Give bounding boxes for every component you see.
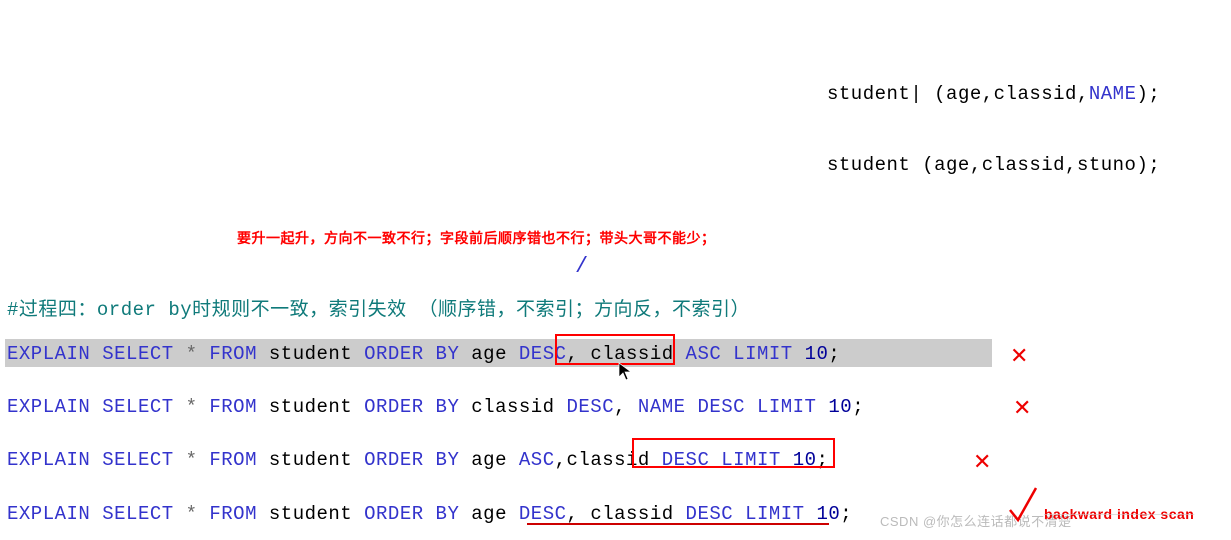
sql-line-2: EXPLAIN SELECT * FROM student ORDER BY c… <box>7 396 864 418</box>
student-text-2: student (age,classid,stuno); <box>827 154 1160 176</box>
red-box-1 <box>555 334 675 365</box>
cursor-icon <box>618 362 633 382</box>
red-box-3 <box>632 438 835 468</box>
columns-open: (age,classid, <box>922 83 1089 105</box>
x-mark-icon: ✕ <box>1010 343 1029 369</box>
name-keyword: NAME <box>1089 83 1137 105</box>
student-def-2: student (age,classid,stuno); <box>827 154 1160 176</box>
text-cursor: | <box>910 83 922 105</box>
check-icon <box>1008 485 1038 525</box>
comment-line: #过程四：order by时规则不一致，索引失效 （顺序错，不索引；方向反，不索… <box>7 294 750 321</box>
x-mark-icon: ✕ <box>1013 395 1032 421</box>
sql-line-1: EXPLAIN SELECT * FROM student ORDER BY a… <box>7 343 840 365</box>
red-annotation: 要升一起升，方向不一致不行；字段前后顺序错也不行；带头大哥不能少； <box>237 228 716 248</box>
sql-line-4: EXPLAIN SELECT * FROM student ORDER BY a… <box>7 503 852 525</box>
columns-close: ); <box>1136 83 1160 105</box>
x-mark-icon: ✕ <box>973 449 992 475</box>
student-def-1: student| (age,classid,NAME); <box>827 83 1160 105</box>
watermark-text: CSDN @你怎么连话都说不清楚 <box>880 511 1072 530</box>
student-text: student <box>827 83 910 105</box>
dangling-char: / <box>575 254 589 279</box>
annotation-backward-scan: backward index scan <box>1044 506 1194 522</box>
red-underline-4 <box>527 523 829 525</box>
